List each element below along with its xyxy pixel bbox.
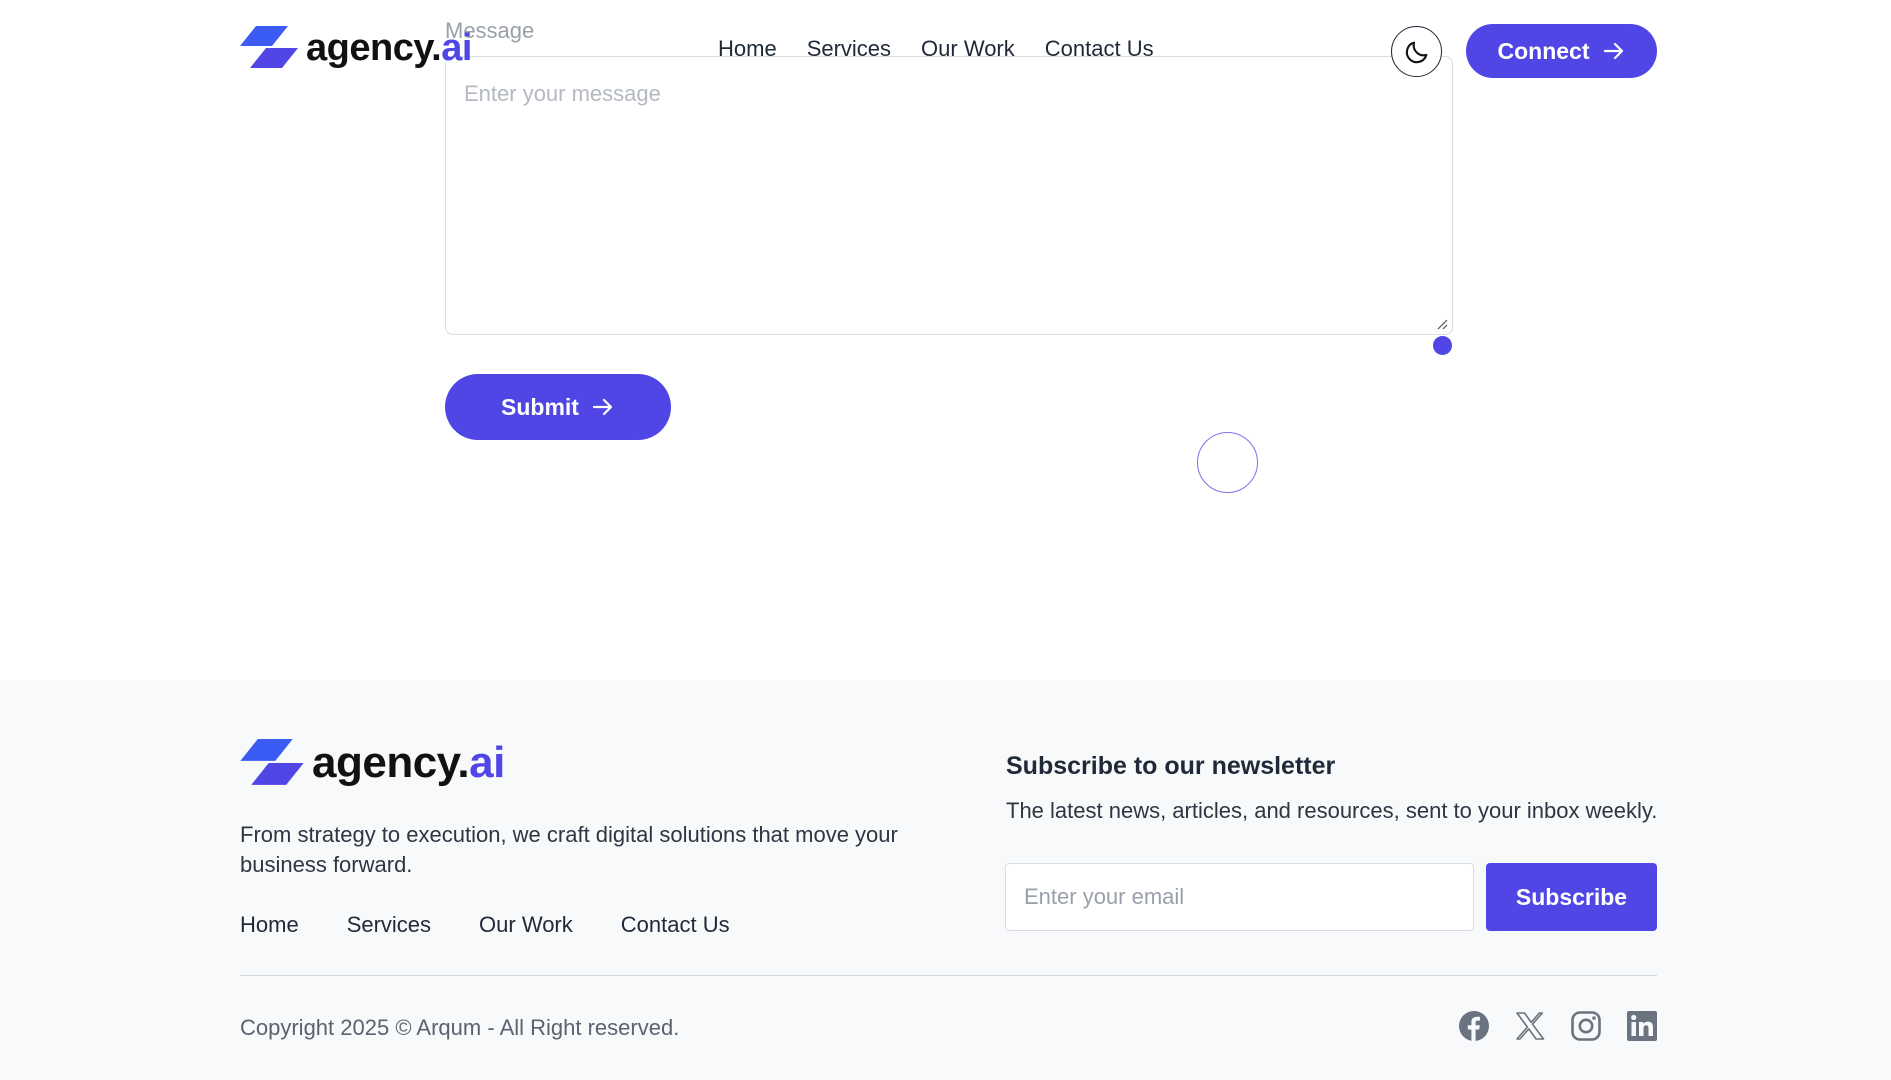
x-icon[interactable] xyxy=(1514,1010,1546,1042)
footer-nav-contact-us[interactable]: Contact Us xyxy=(621,912,730,938)
moon-icon xyxy=(1405,41,1427,63)
resize-handle-icon[interactable] xyxy=(1436,318,1448,330)
nav-services[interactable]: Services xyxy=(807,36,891,62)
footer-tagline: From strategy to execution, we craft dig… xyxy=(240,822,898,877)
nav-our-work[interactable]: Our Work xyxy=(921,36,1015,62)
facebook-icon[interactable] xyxy=(1458,1010,1490,1042)
cursor-dot xyxy=(1433,336,1452,355)
footer-nav-our-work[interactable]: Our Work xyxy=(479,912,573,938)
footer-nav-home[interactable]: Home xyxy=(240,912,299,938)
copyright-text: Copyright 2025 © Arqum - All Right reser… xyxy=(240,1015,680,1040)
header-nav: Home Services Our Work Contact Us xyxy=(718,36,1154,62)
nav-contact-us[interactable]: Contact Us xyxy=(1045,36,1154,62)
connect-label: Connect xyxy=(1497,37,1590,64)
instagram-icon[interactable] xyxy=(1570,1010,1602,1042)
newsletter-description: The latest news, articles, and resources… xyxy=(1006,798,1658,823)
arrow-right-icon xyxy=(1603,42,1623,60)
logo-mark-icon xyxy=(240,26,298,68)
logo-text: agency.ai xyxy=(312,738,505,787)
theme-toggle-button[interactable] xyxy=(1391,26,1442,77)
page: Message Submit agency.ai Home Services O… xyxy=(0,0,1891,1080)
linkedin-icon[interactable] xyxy=(1626,1010,1658,1042)
site-header: agency.ai Home Services Our Work Contact… xyxy=(0,0,1891,102)
arrow-right-icon xyxy=(592,398,613,416)
header-logo[interactable]: agency.ai xyxy=(240,26,472,70)
social-links xyxy=(1458,1010,1658,1042)
newsletter-email-input[interactable] xyxy=(1005,863,1474,931)
submit-label: Submit xyxy=(501,393,579,420)
footer-divider xyxy=(240,975,1657,976)
newsletter-title: Subscribe to our newsletter xyxy=(1006,752,1336,780)
logo-mark-icon xyxy=(240,739,304,785)
submit-button[interactable]: Submit xyxy=(445,374,671,440)
footer-nav-services[interactable]: Services xyxy=(347,912,431,938)
connect-button[interactable]: Connect xyxy=(1466,24,1657,78)
footer-logo[interactable]: agency.ai xyxy=(240,738,505,788)
nav-home[interactable]: Home xyxy=(718,36,777,62)
subscribe-button[interactable]: Subscribe xyxy=(1486,863,1657,931)
cursor-ring xyxy=(1197,432,1258,493)
logo-text: agency.ai xyxy=(306,26,472,69)
footer-nav: Home Services Our Work Contact Us xyxy=(240,912,730,938)
